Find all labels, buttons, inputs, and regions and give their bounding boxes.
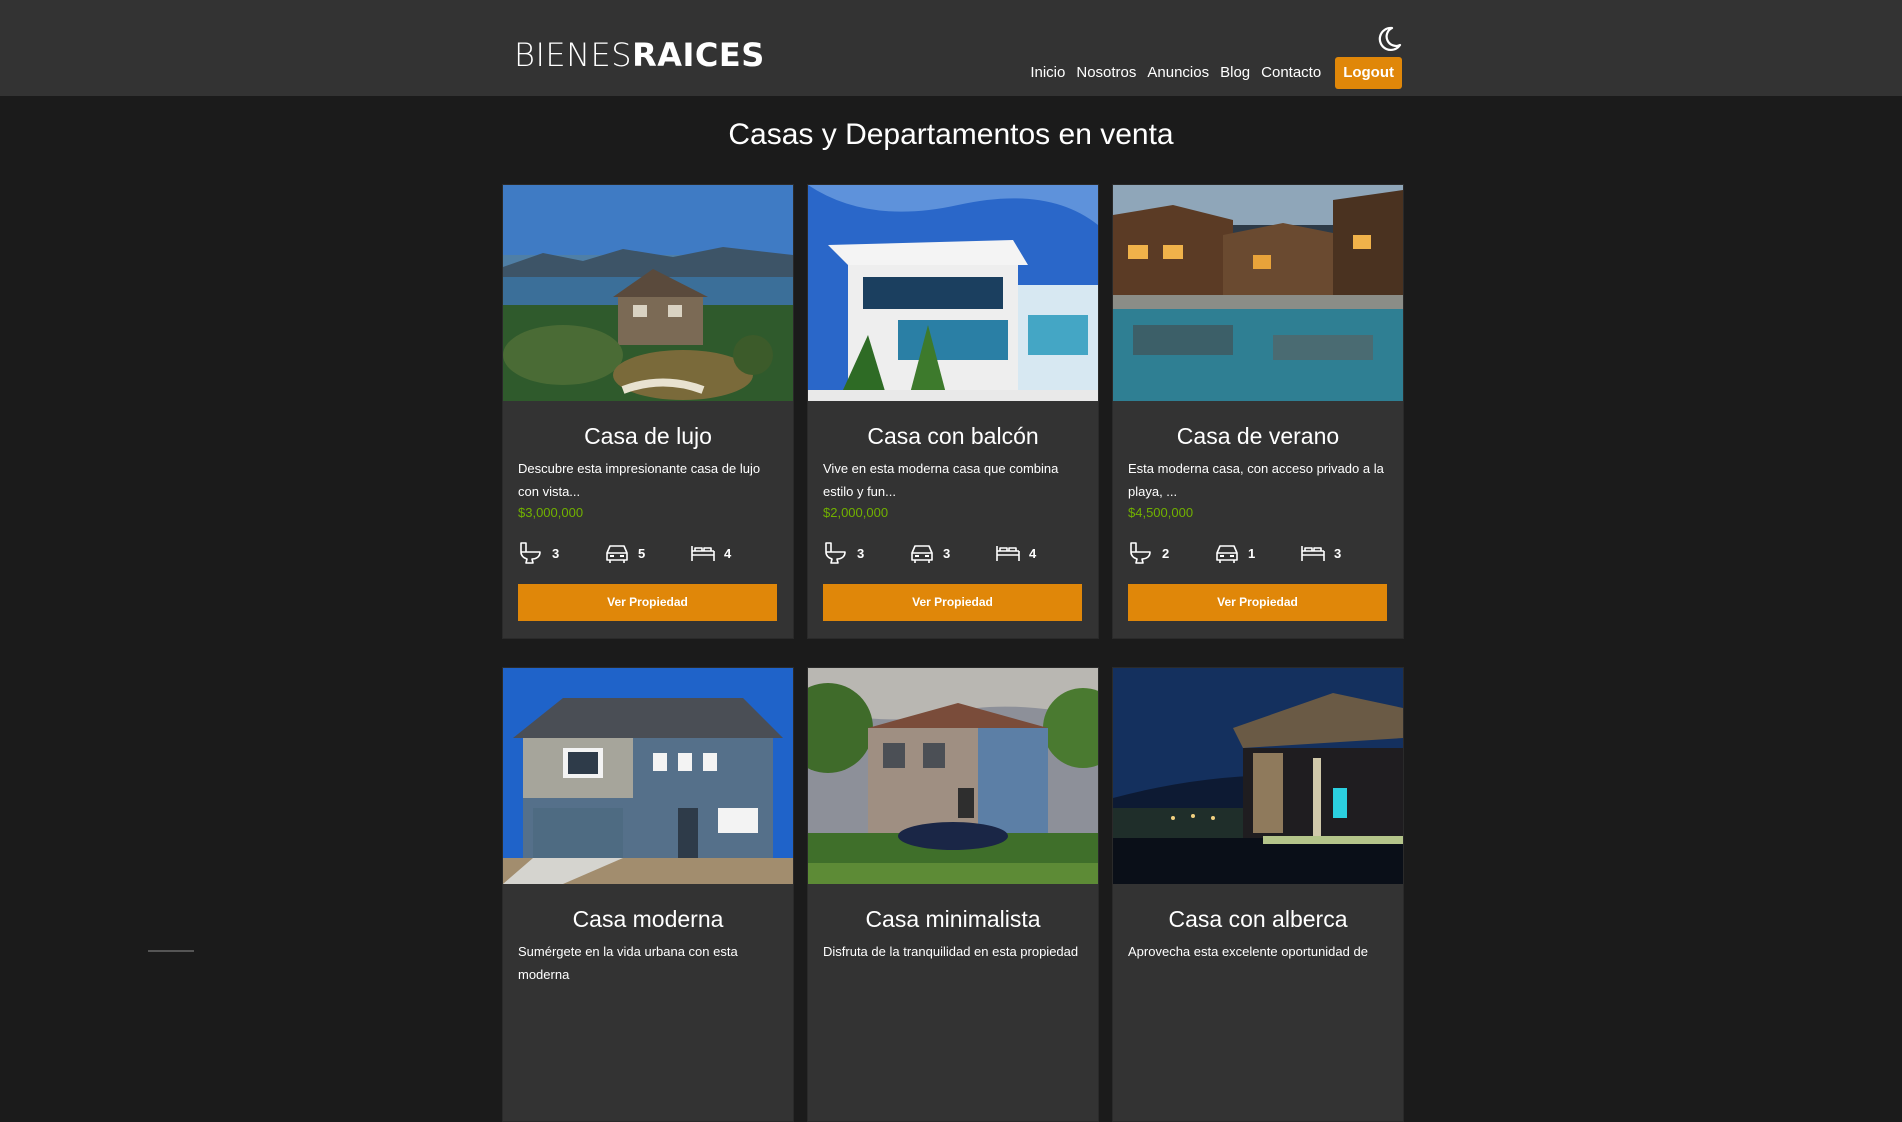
nav-blog[interactable]: Blog	[1220, 57, 1250, 89]
logout-button[interactable]: Logout	[1335, 57, 1402, 89]
parking-feature: 1	[1214, 537, 1255, 569]
main-nav: Inicio Nosotros Anuncios Blog Contacto L…	[1019, 57, 1402, 89]
parking-count: 3	[943, 545, 951, 561]
site-logo[interactable]: BIENESRAICES	[514, 36, 765, 74]
listing-card: Casa de verano Esta moderna casa, con ac…	[1112, 184, 1404, 639]
pool-lodge-photo	[1113, 185, 1403, 401]
bathrooms-count: 3	[552, 545, 560, 561]
listing-card: Casa de lujo Descubre esta impresionante…	[502, 184, 794, 639]
logo-bold-text: RAICES	[632, 36, 765, 74]
toilet-icon	[520, 542, 541, 564]
listing-card: Casa con alberca Aprovecha esta excelent…	[1112, 667, 1404, 1122]
bedrooms-feature: 4	[995, 537, 1036, 569]
moon-icon[interactable]	[1376, 26, 1402, 52]
listing-title: Casa con alberca	[1168, 906, 1348, 932]
bedrooms-count: 4	[1029, 545, 1037, 561]
nav-inicio[interactable]: Inicio	[1030, 57, 1065, 89]
parking-count: 1	[1248, 545, 1256, 561]
listing-title: Casa de verano	[1176, 423, 1340, 449]
bedrooms-feature: 4	[690, 537, 731, 569]
listing-features: 3 5 4	[518, 537, 780, 569]
listing-features: 2 1 3	[1128, 537, 1390, 569]
car-icon	[911, 545, 933, 563]
parking-feature: 5	[604, 537, 645, 569]
toilet-icon	[825, 542, 846, 564]
car-icon	[1216, 545, 1238, 563]
lake-house-photo	[503, 185, 793, 401]
listing-features: 3 3 4	[823, 537, 1085, 569]
view-property-button[interactable]: Ver Propiedad	[1128, 584, 1387, 621]
listing-title: Casa de lujo	[584, 423, 712, 449]
nav-nosotros[interactable]: Nosotros	[1076, 57, 1136, 89]
parking-count: 5	[638, 545, 646, 561]
listing-description: Descubre esta impresionante casa de lujo…	[518, 461, 761, 499]
listing-title: Casa con balcón	[867, 423, 1039, 449]
modern-house-photo	[808, 185, 1098, 401]
bedrooms-count: 4	[724, 545, 732, 561]
toilet-icon	[1130, 542, 1151, 564]
listing-description: Esta moderna casa, con acceso privado a …	[1128, 461, 1384, 499]
listing-card: Casa con balcón Vive en esta moderna cas…	[807, 184, 1099, 639]
listing-title: Casa moderna	[572, 906, 724, 932]
bathrooms-feature: 2	[1128, 537, 1169, 569]
nav-contacto[interactable]: Contacto	[1261, 57, 1321, 89]
night-house-photo	[1113, 668, 1403, 884]
bed-icon	[691, 546, 715, 561]
bathrooms-feature: 3	[823, 537, 864, 569]
logo-light-text: BIENES	[514, 36, 633, 74]
listing-card: Casa moderna Sumérgete en la vida urbana…	[502, 667, 794, 1122]
listing-price: $4,500,000	[1128, 505, 1194, 520]
bedrooms-feature: 3	[1300, 537, 1341, 569]
listing-title: Casa minimalista	[865, 906, 1041, 932]
bed-icon	[1301, 546, 1325, 561]
listing-description: Sumérgete en la vida urbana con esta mod…	[518, 944, 738, 982]
listing-price: $3,000,000	[518, 505, 584, 520]
listing-price: $2,000,000	[823, 505, 889, 520]
listing-card: Casa minimalista Disfruta de la tranquil…	[807, 667, 1099, 1122]
bathrooms-count: 3	[857, 545, 865, 561]
parking-feature: 3	[909, 537, 950, 569]
bathrooms-feature: 3	[518, 537, 559, 569]
bedrooms-count: 3	[1334, 545, 1342, 561]
bathrooms-count: 2	[1162, 545, 1170, 561]
brick-house-photo	[808, 668, 1098, 884]
bed-icon	[996, 546, 1020, 561]
listing-description: Vive en esta moderna casa que combina es…	[823, 461, 1059, 499]
blue-house-photo	[503, 668, 793, 884]
view-property-button[interactable]: Ver Propiedad	[518, 584, 777, 621]
car-icon	[606, 545, 628, 563]
view-property-button[interactable]: Ver Propiedad	[823, 584, 1082, 621]
page-title: Casas y Departamentos en venta	[728, 118, 1174, 151]
nav-anuncios[interactable]: Anuncios	[1147, 57, 1209, 89]
site-header: BIENESRAICES Inicio Nosotros Anuncios Bl…	[0, 0, 1902, 96]
